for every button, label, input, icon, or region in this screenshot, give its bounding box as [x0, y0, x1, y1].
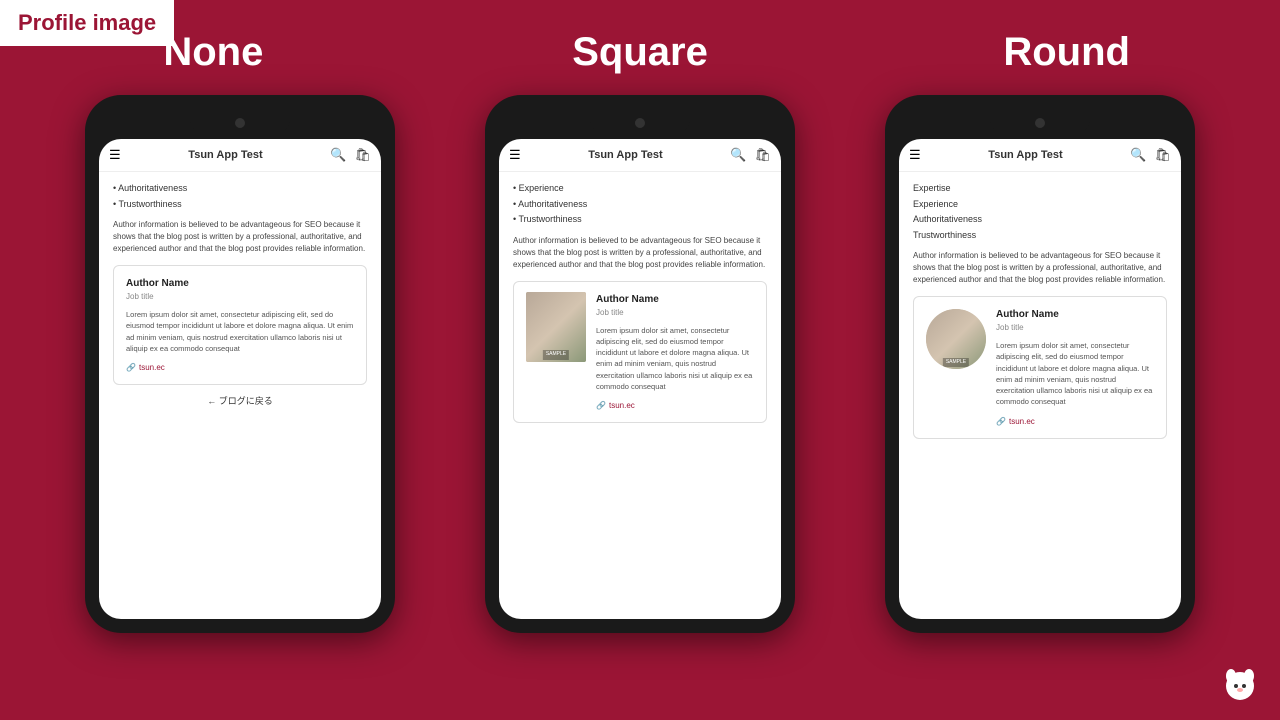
- bullet-item-sq-1: Experience: [513, 182, 767, 196]
- round-heading: Round: [853, 30, 1280, 75]
- author-bio-none: Lorem ipsum dolor sit amet, consectetur …: [126, 309, 354, 354]
- author-link-none[interactable]: 🔗 tsun.ec: [126, 362, 354, 374]
- notch-none: [190, 113, 290, 133]
- search-icon-round[interactable]: 🔍: [1130, 147, 1146, 163]
- author-img-square: SAMPLE: [526, 292, 586, 362]
- column-headings: None Square Round: [0, 0, 1280, 85]
- app-title-square: Tsun App Test: [588, 149, 662, 161]
- camera-round: [1035, 118, 1045, 128]
- author-card-none: Author Name Job title Lorem ipsum dolor …: [113, 265, 367, 385]
- author-card-round: SAMPLE Author Name Job title Lorem ipsum…: [913, 296, 1167, 439]
- screen-square: ☰ Tsun App Test 🔍 🛍 Experience Authorita…: [499, 139, 781, 619]
- bag-icon-none[interactable]: 🛍: [354, 147, 371, 163]
- back-link-none[interactable]: ← ブログに戻る: [113, 385, 367, 413]
- plain-list-round: Expertise Experience Authoritativeness T…: [913, 182, 1167, 242]
- author-link-round[interactable]: 🔗 tsun.ec: [996, 416, 1154, 428]
- phone-none: ☰ Tsun App Test 🔍 🛍 Authoritativeness Tr…: [85, 95, 395, 633]
- author-job-round: Job title: [996, 322, 1154, 334]
- bullet-item-none-2: Trustworthiness: [113, 198, 367, 212]
- camera-none: [235, 118, 245, 128]
- bullet-item-none-1: Authoritativeness: [113, 182, 367, 196]
- phone-round: ☰ Tsun App Test 🔍 🛍 Expertise Experience…: [885, 95, 1195, 633]
- hamburger-icon-round: ☰: [909, 147, 921, 163]
- link-icon-round: 🔗: [996, 416, 1006, 428]
- search-icon-none[interactable]: 🔍: [330, 147, 346, 163]
- content-none: Authoritativeness Trustworthiness Author…: [99, 172, 381, 423]
- author-bio-square: Lorem ipsum dolor sit amet, consectetur …: [596, 325, 754, 393]
- app-icons-round: 🔍 🛍: [1130, 147, 1171, 163]
- bullet-list-none: Authoritativeness Trustworthiness: [113, 182, 367, 211]
- author-link-square[interactable]: 🔗 tsun.ec: [596, 400, 754, 412]
- bullet-item-sq-2: Authoritativeness: [513, 198, 767, 212]
- bag-icon-round[interactable]: 🛍: [1154, 147, 1171, 163]
- screen-none: ☰ Tsun App Test 🔍 🛍 Authoritativeness Tr…: [99, 139, 381, 619]
- plain-item-rd-2: Experience: [913, 198, 1167, 212]
- author-img-inner-square: SAMPLE: [526, 292, 586, 362]
- link-icon-none: 🔗: [126, 362, 136, 374]
- mascot-icon: [1220, 664, 1260, 704]
- phone-square: ☰ Tsun App Test 🔍 🛍 Experience Authorita…: [485, 95, 795, 633]
- app-bar-none: ☰ Tsun App Test 🔍 🛍: [99, 139, 381, 172]
- author-name-round: Author Name: [996, 307, 1154, 322]
- plain-item-rd-3: Authoritativeness: [913, 213, 1167, 227]
- author-img-round: SAMPLE: [926, 309, 986, 369]
- badge-text: Profile image: [18, 10, 156, 35]
- camera-square: [635, 118, 645, 128]
- app-title-none: Tsun App Test: [188, 149, 262, 161]
- author-name-square: Author Name: [596, 292, 754, 307]
- seo-text-round: Author information is believed to be adv…: [913, 250, 1167, 286]
- sample-label-square: SAMPLE: [543, 350, 569, 360]
- notch-bar-square: [499, 109, 781, 137]
- author-job-square: Job title: [596, 307, 754, 319]
- app-title-round: Tsun App Test: [988, 149, 1062, 161]
- author-job-none: Job title: [126, 291, 354, 303]
- notch-round: [990, 113, 1090, 133]
- hamburger-icon-square: ☰: [509, 147, 521, 163]
- bag-icon-square[interactable]: 🛍: [754, 147, 771, 163]
- plain-item-rd-4: Trustworthiness: [913, 229, 1167, 243]
- content-round: Expertise Experience Authoritativeness T…: [899, 172, 1181, 449]
- bullet-item-sq-3: Trustworthiness: [513, 213, 767, 227]
- app-icons-square: 🔍 🛍: [730, 147, 771, 163]
- notch-square: [590, 113, 690, 133]
- bullet-list-square: Experience Authoritativeness Trustworthi…: [513, 182, 767, 227]
- plain-item-rd-1: Expertise: [913, 182, 1167, 196]
- app-bar-square: ☰ Tsun App Test 🔍 🛍: [499, 139, 781, 172]
- search-icon-square[interactable]: 🔍: [730, 147, 746, 163]
- content-square: Experience Authoritativeness Trustworthi…: [499, 172, 781, 433]
- profile-image-badge: Profile image: [0, 0, 174, 46]
- notch-bar-none: [99, 109, 381, 137]
- link-icon-square: 🔗: [596, 400, 606, 412]
- phones-row: ☰ Tsun App Test 🔍 🛍 Authoritativeness Tr…: [0, 95, 1280, 633]
- author-card-square: SAMPLE Author Name Job title Lorem ipsum…: [513, 281, 767, 424]
- author-bio-round: Lorem ipsum dolor sit amet, consectetur …: [996, 340, 1154, 408]
- author-img-inner-round: SAMPLE: [926, 309, 986, 369]
- seo-text-none: Author information is believed to be adv…: [113, 219, 367, 255]
- seo-text-square: Author information is believed to be adv…: [513, 235, 767, 271]
- sample-label-round: SAMPLE: [943, 358, 969, 368]
- notch-bar-round: [899, 109, 1181, 137]
- author-info-round: Author Name Job title Lorem ipsum dolor …: [996, 307, 1154, 428]
- app-icons-none: 🔍 🛍: [330, 147, 371, 163]
- app-bar-round: ☰ Tsun App Test 🔍 🛍: [899, 139, 1181, 172]
- square-heading: Square: [427, 30, 854, 75]
- author-info-square: Author Name Job title Lorem ipsum dolor …: [596, 292, 754, 413]
- hamburger-icon-none: ☰: [109, 147, 121, 163]
- screen-round: ☰ Tsun App Test 🔍 🛍 Expertise Experience…: [899, 139, 1181, 619]
- author-name-none: Author Name: [126, 276, 354, 291]
